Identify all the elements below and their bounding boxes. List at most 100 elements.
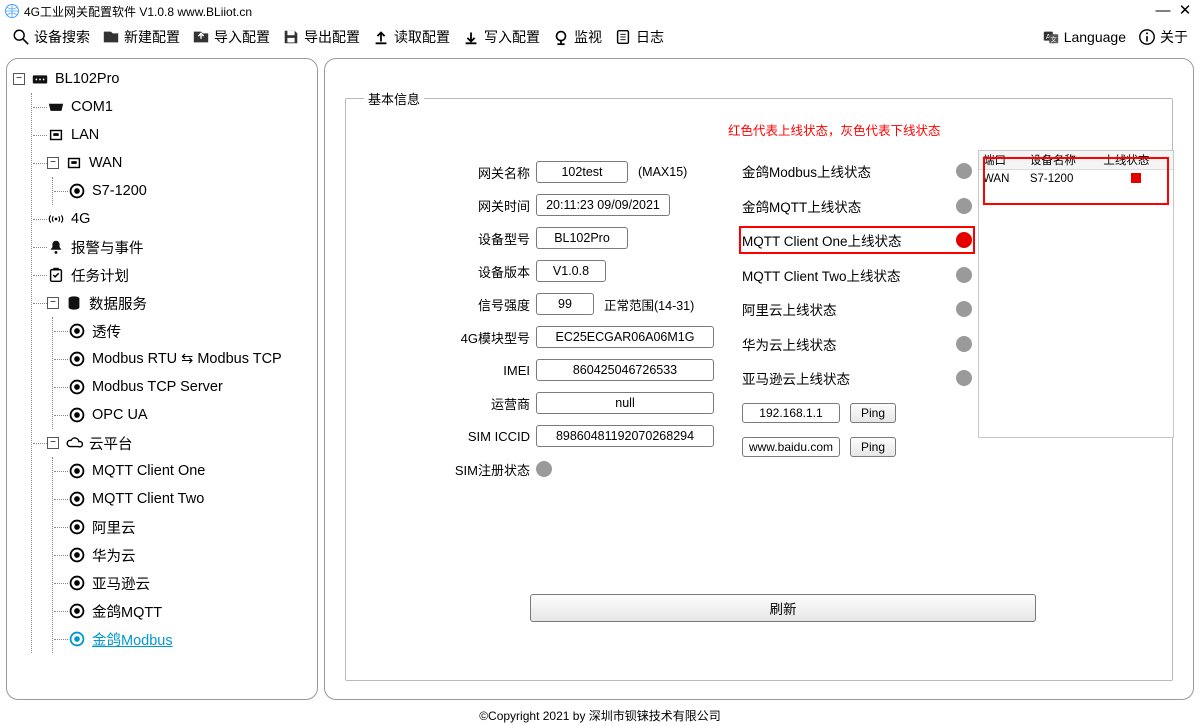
- toolbar-search[interactable]: 设备搜索: [6, 23, 96, 51]
- tree-cloud-client2[interactable]: MQTT Client Two: [53, 485, 313, 513]
- tree-4g[interactable]: 4G: [32, 205, 313, 233]
- serial-icon: [47, 98, 65, 116]
- device-tree[interactable]: − BL102Pro COM1 LAN −WAN S7-1200 4G 报警与事…: [6, 58, 318, 700]
- tree-svc-trans[interactable]: 透传: [53, 317, 313, 345]
- lan-icon: [47, 126, 65, 144]
- bullet-icon: [68, 378, 86, 396]
- title-bar: 4G工业网关配置软件 V1.0.8 www.BLiiot.cn — ✕: [0, 0, 1200, 22]
- collapse-icon[interactable]: −: [47, 297, 59, 309]
- version-value: V1.0.8: [536, 260, 606, 282]
- status-label: 华为云上线状态: [742, 334, 946, 354]
- download-icon: [462, 28, 480, 46]
- module-value: EC25ECGAR06A06M1G: [536, 326, 714, 348]
- window-title: 4G工业网关配置软件 V1.0.8 www.BLiiot.cn: [24, 3, 1152, 20]
- ping-address[interactable]: 192.168.1.1: [742, 403, 840, 423]
- status-row: MQTT Client One上线状态: [742, 229, 972, 251]
- info-icon: [1138, 28, 1156, 46]
- row-gw-name: 网关名称102test(MAX15): [450, 160, 730, 184]
- bullet-icon: [68, 574, 86, 592]
- tree-wan-s7[interactable]: S7-1200: [53, 177, 313, 205]
- collapse-icon[interactable]: −: [47, 437, 59, 449]
- simreg-status-dot: [536, 461, 552, 477]
- svg-text:文: 文: [1050, 34, 1057, 43]
- toolbar-language[interactable]: A文 Language: [1036, 23, 1132, 51]
- ping-button[interactable]: Ping: [850, 403, 896, 423]
- table-header: 上线状态: [1099, 151, 1173, 169]
- cellular-icon: [47, 210, 65, 228]
- database-icon: [65, 294, 83, 312]
- toolbar-monitor[interactable]: 监视: [546, 23, 608, 51]
- tree-svc-opcua[interactable]: OPC UA: [53, 401, 313, 429]
- toolbar-export[interactable]: 导出配置: [276, 23, 366, 51]
- language-icon: A文: [1042, 28, 1060, 46]
- app-icon: [4, 3, 20, 19]
- tree-cloud-ali[interactable]: 阿里云: [53, 513, 313, 541]
- tree-svc-modbus[interactable]: Modbus RTU ⇆ Modbus TCP: [53, 345, 313, 373]
- tree-com1[interactable]: COM1: [32, 93, 313, 121]
- tree-cloud[interactable]: −云平台: [32, 429, 313, 457]
- status-row: 金鸽Modbus上线状态: [742, 160, 972, 182]
- monitor-icon: [552, 28, 570, 46]
- collapse-icon[interactable]: −: [47, 157, 59, 169]
- status-dot: [956, 370, 972, 386]
- device-status-table: 端口设备名称上线状态 WANS7-1200: [978, 150, 1174, 438]
- tree-task[interactable]: 任务计划: [32, 261, 313, 289]
- table-header: 端口: [979, 151, 1026, 169]
- status-dot: [956, 232, 972, 248]
- status-label: 金鸽MQTT上线状态: [742, 196, 946, 216]
- basic-info-group: 基本信息 红色代表上线状态，灰色代表下线状态 网关名称102test(MAX15…: [345, 89, 1173, 681]
- bullet-icon: [68, 602, 86, 620]
- refresh-button[interactable]: 刷新: [530, 594, 1036, 622]
- status-row: 金鸽MQTT上线状态: [742, 195, 972, 217]
- status-label: MQTT Client Two上线状态: [742, 265, 946, 285]
- bullet-icon: [68, 518, 86, 536]
- toolbar-new[interactable]: 新建配置: [96, 23, 186, 51]
- toolbar: 设备搜索 新建配置 导入配置 导出配置 读取配置 写入配置 监视 日志 A文 L…: [0, 22, 1200, 52]
- table-header: 设备名称: [1026, 151, 1100, 169]
- model-value: BL102Pro: [536, 227, 628, 249]
- status-note: 红色代表上线状态，灰色代表下线状态: [728, 120, 941, 139]
- status-row: MQTT Client Two上线状态: [742, 264, 972, 286]
- status-row: 华为云上线状态: [742, 333, 972, 355]
- bullet-icon: [68, 182, 86, 200]
- row-simreg: SIM注册状态: [450, 457, 730, 481]
- log-icon: [614, 28, 632, 46]
- cloud-icon: [65, 434, 83, 452]
- toolbar-import[interactable]: 导入配置: [186, 23, 276, 51]
- iccid-value: 89860481192070268294: [536, 425, 714, 447]
- tree-lan[interactable]: LAN: [32, 121, 313, 149]
- row-signal: 信号强度99正常范围(14-31): [450, 292, 730, 316]
- close-button[interactable]: ✕: [1174, 2, 1196, 20]
- tree-cloud-jgmqtt[interactable]: 金鸽MQTT: [53, 597, 313, 625]
- tree-cloud-jgmodbus[interactable]: 金鸽Modbus: [53, 625, 313, 653]
- bullet-icon: [68, 462, 86, 480]
- status-dot: [956, 267, 972, 283]
- row-carrier: 运营商null: [450, 391, 730, 415]
- tree-cloud-client1[interactable]: MQTT Client One: [53, 457, 313, 485]
- ping-address[interactable]: www.baidu.com: [742, 437, 840, 457]
- minimize-button[interactable]: —: [1152, 2, 1174, 20]
- toolbar-read[interactable]: 读取配置: [366, 23, 456, 51]
- tree-wan[interactable]: −WAN: [32, 149, 313, 177]
- group-legend: 基本信息: [364, 89, 424, 108]
- gateway-icon: [31, 70, 49, 88]
- tree-cloud-aws[interactable]: 亚马逊云: [53, 569, 313, 597]
- tree-cloud-hw[interactable]: 华为云: [53, 541, 313, 569]
- imei-value: 860425046726533: [536, 359, 714, 381]
- bullet-icon: [68, 630, 86, 648]
- table-row[interactable]: WANS7-1200: [979, 169, 1173, 189]
- import-icon: [192, 28, 210, 46]
- status-label: 阿里云上线状态: [742, 299, 946, 319]
- tree-services[interactable]: −数据服务: [32, 289, 313, 317]
- tree-alarm[interactable]: 报警与事件: [32, 233, 313, 261]
- toolbar-log[interactable]: 日志: [608, 23, 670, 51]
- tree-svc-modbustcp[interactable]: Modbus TCP Server: [53, 373, 313, 401]
- footer-copyright: ©Copyright 2021 by 深圳市钡铼技术有限公司: [0, 706, 1200, 726]
- tree-root[interactable]: − BL102Pro: [11, 65, 313, 93]
- toolbar-about[interactable]: 关于: [1132, 23, 1194, 51]
- toolbar-write[interactable]: 写入配置: [456, 23, 546, 51]
- gw-name-value: 102test: [536, 161, 628, 183]
- bullet-icon: [68, 406, 86, 424]
- collapse-icon[interactable]: −: [13, 73, 25, 85]
- ping-button[interactable]: Ping: [850, 437, 896, 457]
